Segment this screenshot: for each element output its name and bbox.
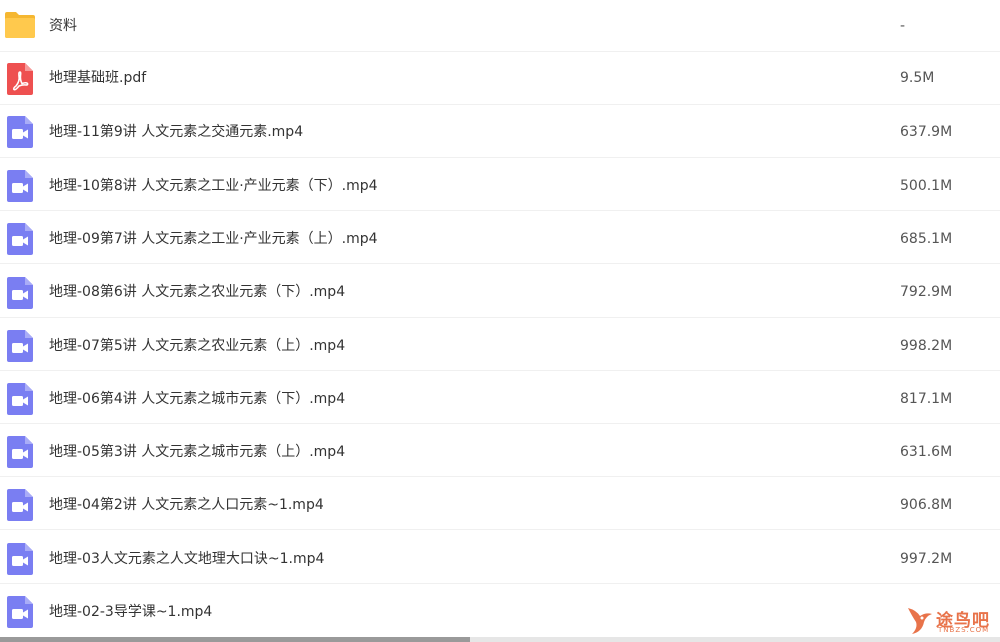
video-file-icon [4, 488, 36, 522]
video-file-icon [4, 435, 36, 469]
video-file-icon [4, 169, 36, 203]
file-size: 792.9M [900, 284, 953, 300]
folder-icon [4, 9, 36, 43]
file-row[interactable]: 地理-10第8讲 人文元素之工业·产业元素（下）.mp4 500.1M [0, 158, 1000, 211]
file-row[interactable]: 地理-11第9讲 人文元素之交通元素.mp4 637.9M [0, 105, 1000, 158]
file-size: 998.2M [900, 338, 953, 354]
video-file-icon [4, 276, 36, 310]
file-row[interactable]: 地理-09第7讲 人文元素之工业·产业元素（上）.mp4 685.1M [0, 211, 1000, 264]
file-name: 地理-11第9讲 人文元素之交通元素.mp4 [49, 124, 304, 140]
file-row[interactable]: 地理-07第5讲 人文元素之农业元素（上）.mp4 998.2M [0, 318, 1000, 371]
video-file-icon [4, 382, 36, 416]
file-size: 631.6M [900, 444, 953, 460]
file-size: 685.1M [900, 231, 953, 247]
file-size: 9.5M [900, 70, 935, 86]
watermark-logo: 途鸟吧 TNBZS.COM [902, 604, 998, 638]
video-file-icon [4, 542, 36, 576]
file-size: 997.2M [900, 551, 953, 567]
file-name: 地理-10第8讲 人文元素之工业·产业元素（下）.mp4 [49, 178, 378, 194]
file-row[interactable]: 地理-04第2讲 人文元素之人口元素~1.mp4 906.8M [0, 477, 1000, 530]
file-name: 地理-09第7讲 人文元素之工业·产业元素（上）.mp4 [49, 231, 378, 247]
file-size: 637.9M [900, 124, 953, 140]
file-name: 地理-05第3讲 人文元素之城市元素（上）.mp4 [49, 444, 346, 460]
file-row-folder[interactable]: 资料 - [0, 0, 1000, 52]
file-name: 地理基础班.pdf [49, 70, 147, 86]
video-file-icon [4, 222, 36, 256]
file-row[interactable]: 地理-05第3讲 人文元素之城市元素（上）.mp4 631.6M [0, 424, 1000, 477]
file-size: 500.1M [900, 178, 953, 194]
file-name: 地理-03人文元素之人文地理大口诀~1.mp4 [49, 551, 325, 567]
file-name: 地理-08第6讲 人文元素之农业元素（下）.mp4 [49, 284, 346, 300]
file-row[interactable]: 地理-02-3导学课~1.mp4 [0, 584, 1000, 637]
pdf-file-icon [4, 62, 36, 96]
file-name: 资料 [49, 18, 77, 34]
file-name: 地理-06第4讲 人文元素之城市元素（下）.mp4 [49, 391, 346, 407]
file-row[interactable]: 地理-06第4讲 人文元素之城市元素（下）.mp4 817.1M [0, 371, 1000, 424]
scrollbar-thumb[interactable] [0, 637, 470, 642]
watermark-subtext: TNBZS.COM [938, 626, 990, 634]
file-size: 906.8M [900, 497, 953, 513]
video-file-icon [4, 329, 36, 363]
file-name: 地理-02-3导学课~1.mp4 [49, 604, 213, 620]
file-name: 地理-07第5讲 人文元素之农业元素（上）.mp4 [49, 338, 346, 354]
file-size: - [900, 18, 906, 34]
file-list: 资料 - 地理基础班.pdf 9.5M 地理-11第9讲 人文元素之交通元素.m… [0, 0, 1000, 642]
file-size: 817.1M [900, 391, 953, 407]
video-file-icon [4, 595, 36, 629]
file-row[interactable]: 地理-08第6讲 人文元素之农业元素（下）.mp4 792.9M [0, 265, 1000, 318]
video-file-icon [4, 115, 36, 149]
file-row[interactable]: 地理-03人文元素之人文地理大口诀~1.mp4 997.2M [0, 531, 1000, 584]
horizontal-scrollbar[interactable] [0, 637, 1000, 642]
file-name: 地理-04第2讲 人文元素之人口元素~1.mp4 [49, 497, 324, 513]
file-row[interactable]: 地理基础班.pdf 9.5M [0, 52, 1000, 105]
